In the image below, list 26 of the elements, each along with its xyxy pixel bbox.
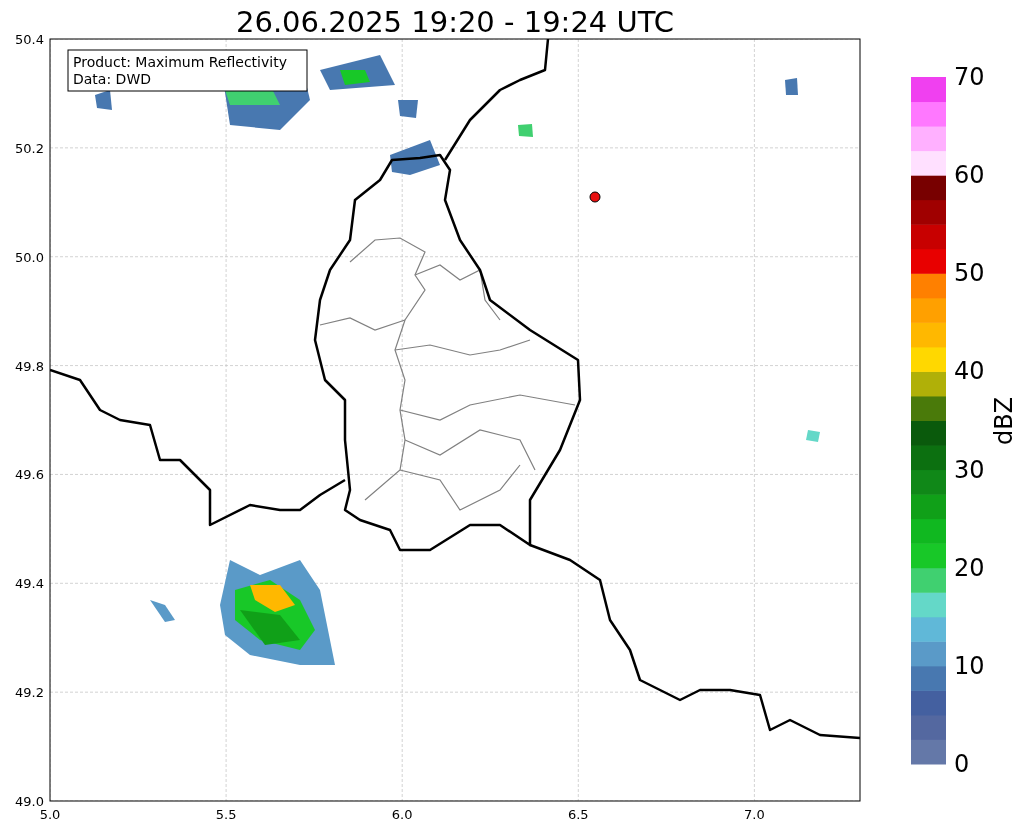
x-tick-label: 6.5 [567, 807, 589, 822]
x-tick-label: 6.0 [391, 807, 413, 822]
colorbar-tick-label: 0 [954, 750, 970, 778]
colorbar-tick-label: 60 [954, 161, 985, 190]
colorbar-tick-label: 30 [954, 455, 985, 484]
colorbar-tick-label: 50 [954, 259, 985, 288]
y-tick-label: 49.8 [15, 358, 44, 374]
location-marker [589, 191, 601, 203]
y-tick-label: 49.6 [15, 467, 44, 483]
y-tick-label: 50.0 [15, 249, 44, 265]
x-tick-label: 7.0 [744, 807, 765, 822]
y-tick-label: 50.2 [15, 140, 44, 156]
colorbar-label: dBZ [990, 396, 1018, 446]
x-tick-label: 5.0 [39, 807, 61, 822]
y-tick-label: 49.4 [15, 576, 44, 592]
colorbar-tick-label: 40 [954, 357, 985, 386]
info-text: Data: DWD [73, 71, 151, 87]
chart-title: 26.06.2025 19:20 - 19:24 UTC [236, 5, 674, 39]
y-tick-label: 50.4 [15, 32, 44, 47]
colorbar-tick-label: 20 [954, 553, 985, 582]
colorbar-tick-label: 70 [954, 63, 985, 91]
y-tick-label: 49.0 [15, 794, 44, 809]
info-text: Product: Maximum Reflectivity [73, 54, 287, 70]
colorbar-tick-label: 10 [954, 651, 985, 680]
x-tick-label: 5.5 [215, 807, 237, 822]
y-tick-label: 49.2 [15, 685, 44, 701]
